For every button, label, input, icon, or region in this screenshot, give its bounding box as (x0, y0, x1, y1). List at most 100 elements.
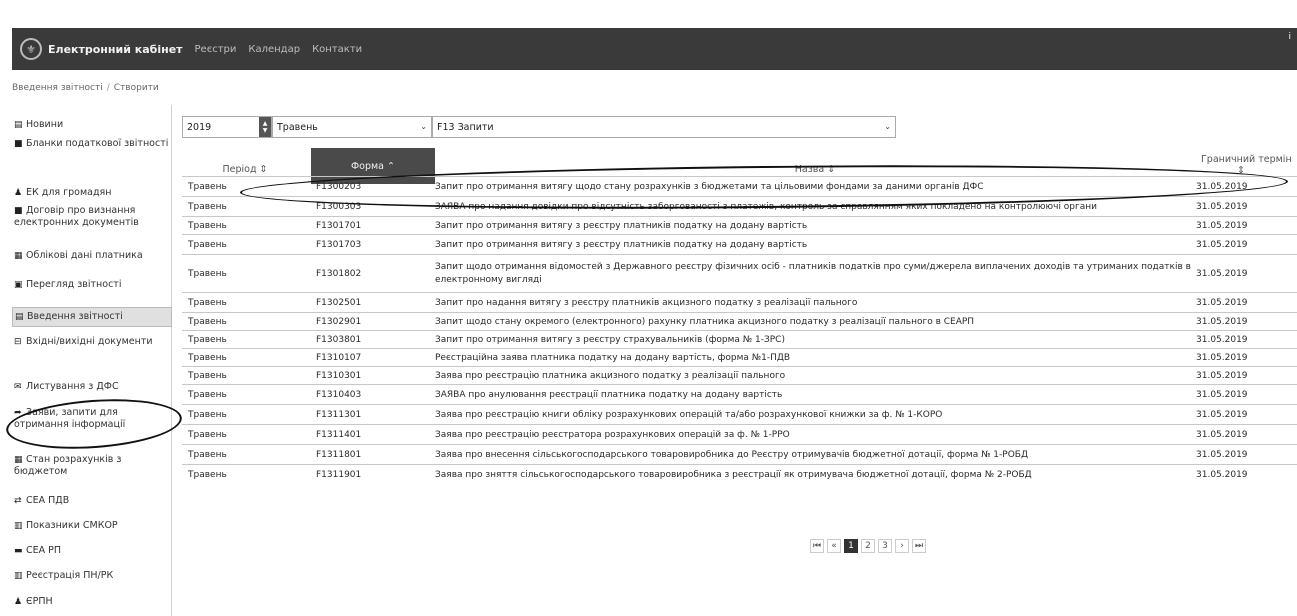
deadline-cell: 31.05.2019 (1196, 335, 1248, 345)
form-name-cell: Запит про отримання витягу з реєстру пла… (435, 239, 808, 250)
pagination-prev-page-icon[interactable]: « (827, 539, 841, 553)
sidebar-item[interactable]: ▣ Перегляд звітності (12, 279, 172, 291)
sidebar-item-label: Новини (26, 119, 64, 130)
pagination-page-3[interactable]: 3 (878, 539, 892, 553)
period-cell: Травень (188, 353, 227, 363)
table-row[interactable]: Травень F1311801 Заява про внесення сільсь… (182, 444, 1297, 464)
sidebar-item[interactable]: ▤ Введення звітності (12, 307, 172, 327)
period-cell: Травень (188, 240, 227, 250)
filter-bar: 2019 ▲ ▼ Травень ⌄ F13 Запити ⌄ (182, 116, 896, 138)
table-row[interactable]: Травень F1311301 Заява про реєстрацію книг… (182, 404, 1297, 424)
table-row[interactable]: Травень F1310403 ЗАЯВА про анулювання реєс… (182, 384, 1297, 404)
register-icon: ▥ (14, 571, 23, 581)
form-code-cell: F1301703 (316, 240, 362, 250)
form-code-cell: F1302901 (316, 317, 362, 327)
chevron-down-icon: ⌄ (884, 122, 891, 131)
pagination-last-page-icon[interactable]: ⏭ (912, 539, 926, 553)
year-stepper[interactable]: 2019 ▲ ▼ (182, 116, 272, 138)
deadline-cell: 31.05.2019 (1196, 371, 1248, 381)
breadcrumb-create: Створити (113, 83, 159, 93)
form-name-cell: Заява про зняття сільськогосподарського … (435, 469, 1032, 480)
period-cell: Травень (188, 371, 227, 381)
sidebar-item-label: Вхідні/вихідні документи (26, 336, 153, 347)
table-row[interactable]: Травень F1311901 Заява про зняття сільсько… (182, 464, 1297, 484)
nav-registers[interactable]: Реєстри (195, 44, 237, 55)
deadline-cell: 31.05.2019 (1196, 298, 1248, 308)
sidebar-item[interactable]: ▥ Реєстрація ПН/РК (12, 570, 172, 582)
sidebar-item[interactable]: ■ Бланки податкової звітності (12, 138, 172, 150)
table-row[interactable]: Травень F1300303 ЗАЯВА про надання довідки… (182, 196, 1297, 216)
form-name-cell: Заява про реєстрацію реєстратора розраху… (435, 429, 790, 440)
deadline-cell: 31.05.2019 (1196, 269, 1248, 279)
sidebar-item-label: Облікові дані платника (26, 250, 143, 261)
form-code-cell: F1301802 (316, 269, 362, 279)
sidebar-item[interactable]: ▬ СЕА РП (12, 545, 172, 557)
sidebar-item-label: Стан розрахунків з бюджетом (14, 454, 122, 477)
breadcrumb: Введення звітності / Створити (12, 83, 159, 93)
top-navigation-bar: ⚜ Електронний кабінет Реєстри Календар К… (12, 28, 1297, 70)
card-icon: ▦ (14, 251, 23, 261)
period-cell: Травень (188, 410, 227, 420)
sidebar-item[interactable]: ▥ Показники СМКОР (12, 520, 172, 532)
period-cell: Травень (188, 335, 227, 345)
period-cell: Травень (188, 221, 227, 231)
form-name-cell: Запит щодо стану окремого (електронного)… (435, 316, 975, 327)
sidebar-item[interactable]: ▦ Облікові дані платника (12, 250, 172, 262)
form-code-cell: F1310301 (316, 371, 362, 381)
table-row[interactable]: Травень F1303801 Запит про отримання витяг… (182, 330, 1297, 348)
brand-title[interactable]: Електронний кабінет (48, 43, 183, 56)
sidebar-item-label: Реєстрація ПН/РК (26, 570, 114, 581)
table-row[interactable]: Травень F1310107 Реєстраційна заява платни… (182, 348, 1297, 366)
table-row[interactable]: Травень F1301701 Запит про отримання витяг… (182, 216, 1297, 234)
nav-calendar[interactable]: Календар (248, 44, 300, 55)
form-name-cell: Заява про внесення сільськогосподарськог… (435, 449, 1028, 460)
table-row[interactable]: Травень F1300203 Запит про отримання витяг… (182, 176, 1297, 196)
form-group-select[interactable]: F13 Запити ⌄ (432, 116, 896, 138)
period-cell: Травень (188, 470, 227, 480)
sidebar-item[interactable]: ➦ Заяви, запити для отримання інформації (12, 407, 172, 431)
month-value: Травень (277, 121, 318, 133)
form-code-cell: F1302501 (316, 298, 362, 308)
form-name-cell: Заява про реєстрацію платника акцизного … (435, 370, 786, 381)
sidebar-item[interactable]: ▤ Новини (12, 119, 172, 131)
sidebar-item-label: Показники СМКОР (26, 520, 118, 531)
sidebar-item-label: Заяви, запити для отримання інформації (14, 407, 126, 430)
users-icon: ♟ (14, 597, 23, 607)
table-row[interactable]: Травень F1302901 Запит щодо стану окремого… (182, 312, 1297, 330)
table-row[interactable]: Травень F1310301 Заява про реєстрацію плат… (182, 366, 1297, 384)
stepper-arrows-icon[interactable]: ▲ ▼ (259, 117, 271, 137)
sidebar-item[interactable]: ♟ ЕК для громадян (12, 187, 172, 199)
sidebar-item-label: СЕА ПДВ (26, 495, 70, 506)
sidebar-item[interactable]: ▦ Стан розрахунків з бюджетом (12, 454, 172, 478)
sidebar-item[interactable]: ♟ ЄРПН (12, 596, 172, 608)
deadline-cell: 31.05.2019 (1196, 390, 1248, 400)
table-row[interactable]: Травень F1301802 Запит щодо отримання відо… (182, 254, 1297, 292)
sidebar-item[interactable]: ⇄ СЕА ПДВ (12, 495, 172, 507)
table-row[interactable]: Травень F1301703 Запит про отримання витяг… (182, 234, 1297, 254)
inbox-icon: ⊟ (14, 337, 22, 347)
form-code-cell: F1301701 (316, 221, 362, 231)
form-name-cell: Запит щодо отримання відомостей з Держав… (435, 262, 1191, 285)
nav-contacts[interactable]: Контакти (312, 44, 362, 55)
pagination-page-2[interactable]: 2 (861, 539, 875, 553)
table-row[interactable]: Травень F1302501 Запит про надання витягу … (182, 292, 1297, 312)
period-cell: Травень (188, 269, 227, 279)
table-row[interactable]: Травень F1311401 Заява про реєстрацію реєс… (182, 424, 1297, 444)
sidebar-item-label: Перегляд звітності (26, 279, 122, 290)
breadcrumb-reporting-input[interactable]: Введення звітності (12, 83, 103, 93)
sidebar-item-label: Листування з ДФС (26, 381, 119, 392)
pagination-first-page-icon[interactable]: ⏮ (810, 539, 824, 553)
sidebar-item[interactable]: ✉ Листування з ДФС (12, 381, 172, 393)
edit-icon: ▤ (15, 312, 24, 322)
chevron-down-icon: ⌄ (420, 122, 427, 131)
info-icon[interactable]: i (1288, 32, 1291, 42)
month-select[interactable]: Травень ⌄ (272, 116, 432, 138)
sidebar-item[interactable]: ⊟ Вхідні/вихідні документи (12, 336, 172, 348)
form-code-cell: F1311901 (316, 470, 362, 480)
pagination-next-page-icon[interactable]: › (895, 539, 909, 553)
mail-icon: ✉ (14, 382, 22, 392)
pagination-page-1[interactable]: 1 (844, 539, 858, 553)
exchange-icon: ⇄ (14, 496, 22, 506)
sidebar-item[interactable]: ■ Договір про визнання електронних докуме… (12, 205, 172, 229)
form-name-cell: Запит про отримання витягу з реєстру стр… (435, 334, 785, 345)
